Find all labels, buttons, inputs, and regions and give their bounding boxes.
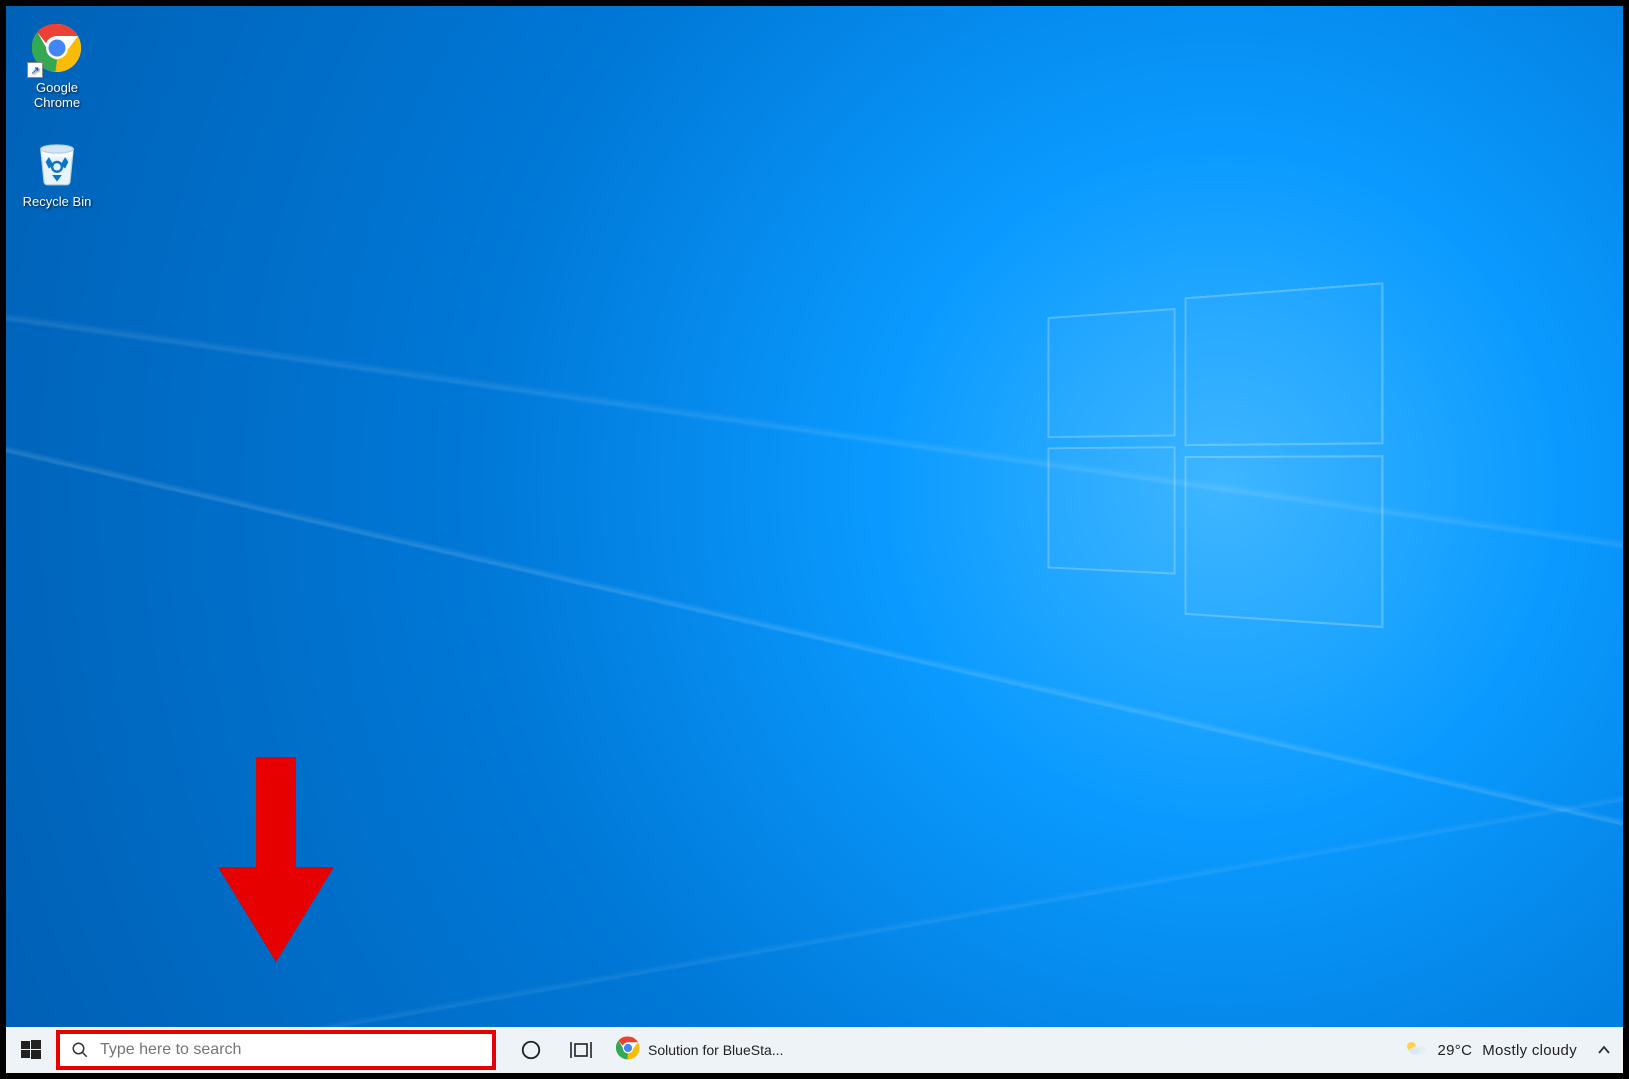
weather-icon: [1404, 1038, 1428, 1062]
cortana-button[interactable]: [506, 1027, 556, 1073]
taskbar: Solution for BlueSta... 29°C Mostly clou…: [6, 1027, 1623, 1073]
taskbar-app-label: Solution for BlueSta...: [648, 1042, 783, 1058]
windows-logo-icon: [21, 1040, 41, 1060]
shortcut-arrow-icon: ↗: [27, 62, 43, 78]
task-view-icon: [569, 1040, 593, 1060]
chrome-icon: ↗: [29, 20, 85, 76]
search-input[interactable]: [100, 1034, 492, 1066]
desktop[interactable]: ↗ Google Chrome Recycle Bin: [6, 6, 1623, 1027]
chrome-icon: [616, 1036, 640, 1064]
task-view-button[interactable]: [556, 1027, 606, 1073]
windows-logo-wallpaper: [1048, 293, 1384, 639]
cortana-circle-icon: [520, 1039, 542, 1061]
recycle-bin-icon: [29, 134, 85, 190]
search-box[interactable]: [56, 1030, 496, 1070]
desktop-icon-google-chrome[interactable]: ↗ Google Chrome: [12, 20, 102, 110]
desktop-icon-recycle-bin[interactable]: Recycle Bin: [12, 134, 102, 209]
start-button[interactable]: [6, 1027, 56, 1073]
tray-overflow-button[interactable]: [1589, 1027, 1619, 1073]
weather-condition: Mostly cloudy: [1482, 1042, 1577, 1059]
weather-temp: 29°C: [1438, 1042, 1473, 1059]
taskbar-app-chrome[interactable]: Solution for BlueSta...: [606, 1027, 793, 1073]
chevron-up-icon: [1597, 1043, 1611, 1057]
desktop-icon-label: Recycle Bin: [12, 194, 102, 209]
weather-widget[interactable]: 29°C Mostly cloudy: [1392, 1027, 1589, 1073]
desktop-icon-label: Google Chrome: [12, 80, 102, 110]
search-icon: [60, 1034, 100, 1066]
annotation-arrow-icon: [216, 757, 336, 967]
